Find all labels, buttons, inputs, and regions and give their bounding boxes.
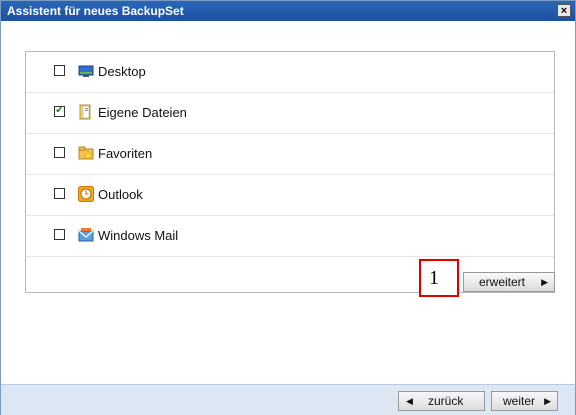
list-item-outlook[interactable]: Outlook	[26, 175, 554, 216]
backupset-wizard-window: Assistent für neues BackupSet × Desktop …	[0, 0, 576, 415]
list-item-eigene-dateien[interactable]: Eigene Dateien	[26, 93, 554, 134]
checkbox-favoriten[interactable]	[54, 147, 65, 158]
arrow-right-icon: ▶	[544, 396, 551, 406]
item-label: Desktop	[98, 64, 146, 79]
checkbox-desktop[interactable]	[54, 65, 65, 76]
advanced-button-label: erweitert	[479, 275, 526, 289]
annotation-marker: 1	[419, 259, 459, 297]
list-footer-row: erweitert ▶	[26, 260, 555, 292]
backup-source-list: Desktop Eigene Dateien Favoriten	[25, 51, 555, 293]
item-label: Outlook	[98, 187, 143, 202]
windows-mail-icon	[78, 228, 94, 242]
folder-documents-icon	[79, 104, 91, 120]
item-label: Eigene Dateien	[98, 105, 187, 120]
next-button-label: weiter	[503, 394, 536, 408]
favorites-folder-icon	[78, 146, 94, 160]
outlook-icon	[78, 186, 94, 202]
item-label: Favoriten	[98, 146, 153, 161]
close-button[interactable]: ×	[557, 4, 571, 17]
list-item-desktop[interactable]: Desktop	[26, 52, 554, 93]
title-bar: Assistent für neues BackupSet ×	[1, 1, 575, 21]
checkbox-outlook[interactable]	[54, 188, 65, 199]
wizard-footer: ◀ zurück weiter ▶	[1, 384, 575, 415]
arrow-right-icon: ▶	[541, 277, 548, 287]
checkbox-eigene-dateien[interactable]	[54, 103, 65, 117]
arrow-left-icon: ◀	[406, 396, 413, 406]
item-label: Windows Mail	[98, 228, 179, 243]
next-button[interactable]: weiter ▶	[491, 391, 558, 411]
list-item-favoriten[interactable]: Favoriten	[26, 134, 554, 175]
back-button[interactable]: ◀ zurück	[398, 391, 485, 411]
advanced-button[interactable]: erweitert ▶	[463, 272, 555, 292]
checkbox-windows-mail[interactable]	[54, 229, 65, 240]
desktop-icon	[78, 65, 94, 77]
back-button-label: zurück	[428, 394, 464, 408]
list-item-windows-mail[interactable]: Windows Mail	[26, 216, 554, 257]
window-title: Assistent für neues BackupSet	[7, 4, 184, 18]
